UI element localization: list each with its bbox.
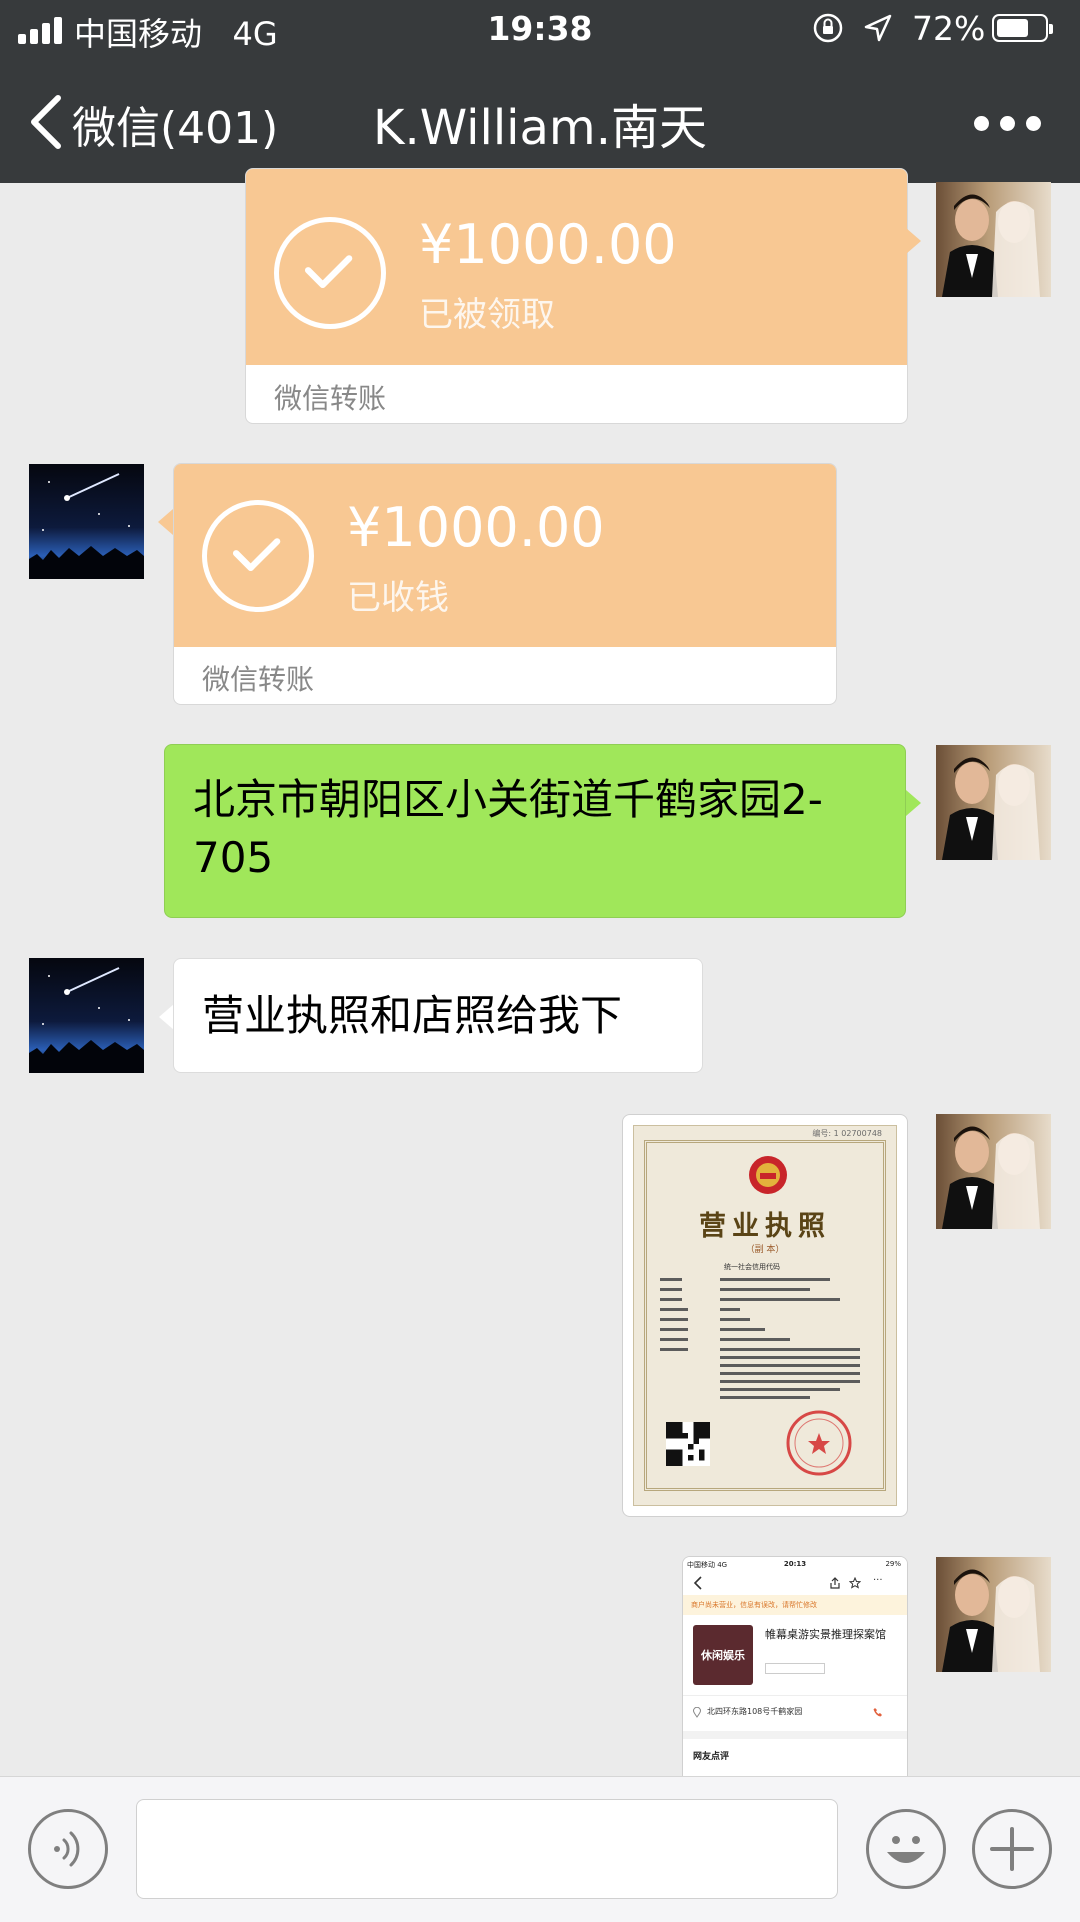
message-input[interactable] [136, 1799, 838, 1899]
rotation-lock-icon [813, 13, 843, 43]
shot-location-icon [693, 1707, 701, 1718]
phone-screenshot-image: 中国移动 4G 20:13 29% ··· 商户尚未营业，信息有误改，请帮忙修改… [683, 1557, 907, 1779]
battery-percent: 72% [912, 9, 986, 48]
shot-phone-icon [873, 1708, 882, 1717]
shot-back-icon [693, 1576, 702, 1590]
location-arrow-icon [864, 14, 892, 42]
transfer-footer: 微信转账 [202, 663, 315, 696]
bubble-tail [906, 790, 921, 816]
smiley-icon [887, 1836, 925, 1863]
my-avatar[interactable] [936, 745, 1051, 860]
transfer-amount: ¥1000.00 [419, 213, 677, 276]
more-options-icon[interactable] [974, 114, 1042, 132]
emoji-button[interactable] [866, 1809, 946, 1889]
bubble-tail [906, 228, 921, 254]
license-credit-code: 统一社会信用代码 [724, 1263, 780, 1271]
qr-code-icon [666, 1422, 710, 1466]
my-avatar[interactable] [936, 182, 1051, 297]
license-number: 编号: 1 02700748 [812, 1129, 882, 1138]
transfer-footer: 微信转账 [274, 382, 387, 415]
shot-thumbnail: 休闲娱乐 [693, 1625, 753, 1685]
check-circle-icon [274, 217, 386, 329]
shot-reviews-title: 网友点评 [693, 1752, 730, 1762]
shot-rating-stars [765, 1663, 825, 1674]
transfer-card[interactable]: ¥1000.00 已被领取 微信转账 [245, 168, 908, 424]
message-bubble[interactable]: 营业执照和店照给我下 [173, 958, 703, 1073]
shot-star-icon [849, 1577, 861, 1589]
license-copy-label: （副 本） [745, 1245, 785, 1255]
my-avatar[interactable] [936, 1557, 1051, 1672]
shot-time: 20:13 [783, 1560, 807, 1568]
transfer-status: 已收钱 [347, 578, 449, 618]
shot-notice: 商户尚未营业，信息有误改，请帮忙修改 [691, 1601, 817, 1609]
image-message-screenshot[interactable]: 中国移动 4G 20:13 29% ··· 商户尚未营业，信息有误改，请帮忙修改… [682, 1556, 908, 1779]
plus-icon [990, 1827, 1034, 1871]
top-bar: 中国移动 4G 19:38 72% 微信(401) K.William.南天 [0, 0, 1080, 183]
bubble-tail [158, 509, 173, 535]
contact-avatar[interactable] [29, 958, 144, 1073]
transfer-amount: ¥1000.00 [347, 496, 605, 559]
shot-address: 北四环东路108号千鹤家园 [707, 1707, 803, 1716]
check-circle-icon [202, 500, 314, 612]
more-functions-button[interactable] [972, 1809, 1052, 1889]
license-title: 营业执照 [699, 1211, 831, 1242]
shot-shop-name: 帷幕桌游实景推理探案馆 [765, 1628, 886, 1641]
bubble-tail [159, 1004, 174, 1030]
message-text: 营业执照和店照给我下 [202, 991, 623, 1040]
message-bubble[interactable]: 北京市朝阳区小关街道千鹤家园2-705 [164, 744, 906, 918]
input-bar [0, 1776, 1080, 1922]
transfer-status: 已被领取 [419, 295, 555, 335]
voice-icon [54, 1831, 80, 1867]
business-license-image: 编号: 1 02700748 营业执照 （副 本） 统一社会信用代码 [633, 1125, 897, 1506]
image-message-license[interactable]: 编号: 1 02700748 营业执照 （副 本） 统一社会信用代码 [622, 1114, 908, 1517]
chat-title: K.William.南天 [373, 100, 707, 156]
shot-more-icon: ··· [873, 1575, 883, 1586]
transfer-card[interactable]: ¥1000.00 已收钱 微信转账 [173, 463, 837, 705]
shot-share-icon [830, 1577, 840, 1589]
voice-input-button[interactable] [28, 1809, 108, 1889]
battery-icon [992, 14, 1053, 42]
shot-battery: 29% [885, 1560, 901, 1568]
my-avatar[interactable] [936, 1114, 1051, 1229]
contact-avatar[interactable] [29, 464, 144, 579]
license-text-lines [660, 1278, 860, 1399]
official-seal-icon [786, 1410, 852, 1476]
message-text: 北京市朝阳区小关街道千鹤家园2-705 [193, 775, 823, 882]
national-emblem-icon [749, 1156, 787, 1194]
status-bar: 中国移动 4G 19:38 72% [0, 0, 1080, 60]
